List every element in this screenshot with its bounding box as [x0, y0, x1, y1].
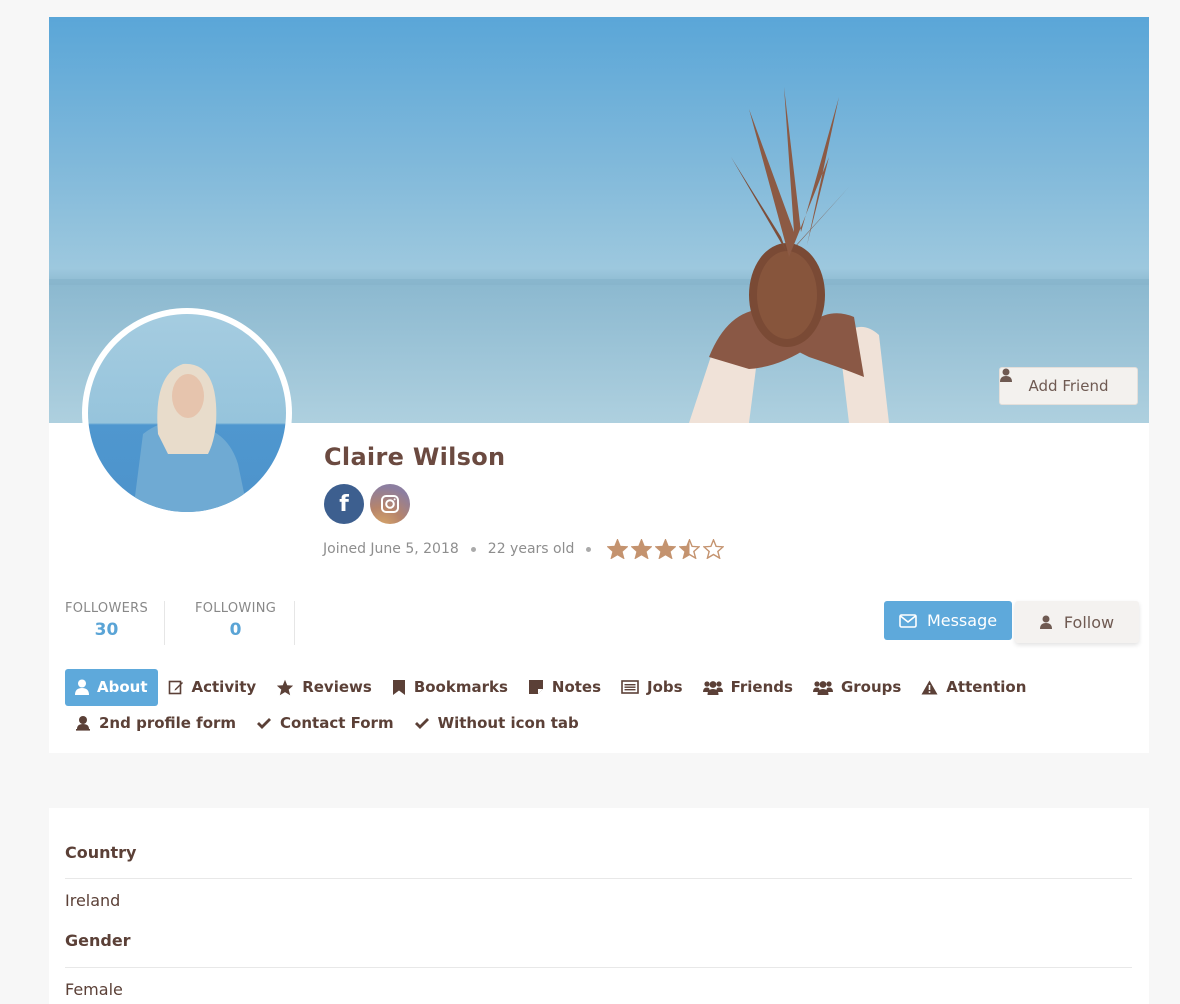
tab-jobs[interactable]: Jobs	[611, 669, 693, 706]
tab-groups[interactable]: Groups	[803, 669, 911, 706]
following-stat[interactable]: FOLLOWING 0	[165, 601, 296, 645]
user-icon	[1039, 615, 1052, 629]
separator-dot	[470, 546, 476, 552]
followers-stat[interactable]: FOLLOWERS 30	[49, 601, 166, 645]
envelope-icon	[899, 613, 917, 628]
profile-header-card: Add Friend Claire Wilson f Joined June 5…	[49, 17, 1149, 753]
follow-label: Follow	[1063, 612, 1115, 632]
star-filled-icon	[655, 539, 677, 559]
joined-date: Joined June 5, 2018	[323, 541, 459, 557]
profile-meta: Joined June 5, 2018 22 years old	[323, 539, 725, 559]
tab-about[interactable]: About	[65, 668, 158, 706]
message-button[interactable]: Message	[884, 601, 1012, 640]
tab-label: Contact Form	[280, 714, 394, 732]
avatar-photo	[88, 314, 286, 512]
add-friend-label: Add Friend	[1028, 377, 1109, 395]
edit-icon	[168, 680, 183, 695]
tab-without-icon[interactable]: Without icon tab	[404, 705, 589, 742]
followers-count: 30	[94, 620, 119, 640]
user-circle-icon	[76, 716, 90, 731]
social-links: f	[324, 484, 410, 524]
tab-label: Activity	[191, 678, 257, 696]
star-empty-icon	[703, 539, 725, 559]
tab-label: About	[97, 678, 148, 696]
separator-dot	[586, 546, 592, 552]
users-icon	[702, 680, 723, 695]
tab-activity[interactable]: Activity	[158, 669, 267, 706]
gender-label: Gender	[65, 931, 131, 950]
instagram-icon	[381, 495, 399, 513]
gender-value: Female	[65, 980, 123, 999]
tab-friends[interactable]: Friends	[693, 669, 803, 706]
tab-2nd-profile-form[interactable]: 2nd profile form	[65, 705, 246, 742]
list-alt-icon	[621, 680, 639, 694]
tab-label: Jobs	[647, 678, 683, 696]
about-details-card: Country Ireland Gender Female	[49, 808, 1149, 1004]
facebook-button[interactable]: f	[324, 484, 364, 524]
following-count: 0	[229, 620, 242, 640]
warning-icon	[921, 680, 938, 694]
divider	[65, 878, 1132, 879]
star-icon	[277, 679, 294, 695]
tab-contact-form[interactable]: Contact Form	[246, 705, 404, 742]
tab-label: Groups	[840, 678, 902, 696]
tab-row-1: About Activity Reviews Bookmarks Notes J…	[65, 668, 1145, 706]
star-filled-icon	[607, 539, 629, 559]
check-icon	[257, 717, 272, 729]
tab-label: Friends	[730, 678, 793, 696]
avatar-portrait-image	[133, 363, 248, 512]
users-icon	[812, 680, 833, 695]
facebook-icon: f	[339, 491, 349, 517]
tab-label: Without icon tab	[437, 714, 579, 732]
instagram-button[interactable]	[370, 484, 410, 524]
star-half-icon	[679, 539, 701, 559]
tab-reviews[interactable]: Reviews	[266, 669, 382, 706]
star-filled-icon	[631, 539, 653, 559]
country-value: Ireland	[65, 891, 121, 910]
tab-label: Notes	[551, 678, 602, 696]
add-friend-button[interactable]: Add Friend	[999, 367, 1138, 405]
country-label: Country	[65, 843, 137, 862]
avatar[interactable]	[82, 308, 292, 518]
follow-button[interactable]: Follow	[1015, 601, 1139, 643]
divider	[65, 967, 1132, 968]
tab-label: 2nd profile form	[99, 714, 237, 732]
tab-label: Attention	[946, 678, 1027, 696]
following-label: FOLLOWING	[194, 601, 277, 616]
note-icon	[528, 680, 543, 694]
age: 22 years old	[487, 541, 575, 557]
profile-tabs: About Activity Reviews Bookmarks Notes J…	[65, 668, 1145, 741]
user-icon	[1000, 368, 1012, 382]
tab-attention[interactable]: Attention	[911, 669, 1036, 706]
profile-name: Claire Wilson	[324, 443, 506, 471]
tab-bookmarks[interactable]: Bookmarks	[382, 669, 518, 706]
followers-label: FOLLOWERS	[65, 601, 149, 616]
tab-row-2: 2nd profile form Contact Form Without ic…	[65, 705, 1145, 741]
tab-notes[interactable]: Notes	[518, 669, 611, 706]
tab-label: Bookmarks	[413, 678, 508, 696]
tab-label: Reviews	[302, 678, 372, 696]
follow-stats: FOLLOWERS 30 FOLLOWING 0	[49, 601, 296, 645]
check-icon	[414, 717, 429, 729]
message-label: Message	[926, 611, 998, 630]
rating-stars	[607, 539, 725, 559]
user-icon	[75, 679, 89, 695]
bookmark-icon	[392, 679, 405, 695]
